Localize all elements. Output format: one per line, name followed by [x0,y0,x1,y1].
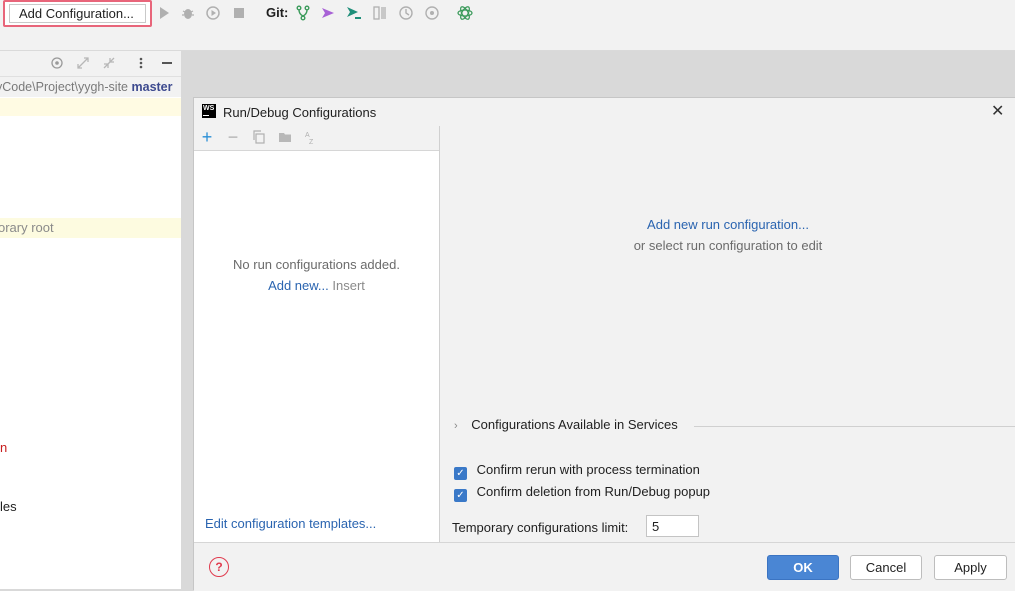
expand-all-icon[interactable] [76,56,90,70]
empty-list-message: No run configurations added. [233,257,400,272]
main-toolbar: Add Configuration... Git: [0,0,1015,28]
plugin-icon[interactable] [457,5,473,21]
copy-icon[interactable] [251,129,267,145]
close-icon[interactable]: ✕ [991,104,1004,120]
help-icon[interactable]: ? [209,557,229,577]
confirm-rerun-label[interactable]: Confirm rerun with process termination [477,462,700,477]
confirm-deletion-row: ✓ Confirm deletion from Run/Debug popup [454,484,710,502]
stop-icon[interactable] [231,5,247,21]
dialog-title: Run/Debug Configurations [223,105,377,120]
hide-panel-icon[interactable] [160,56,174,70]
add-new-row: Add new... Insert [194,278,439,293]
chevron-right-icon[interactable]: › [454,420,458,432]
add-new-link[interactable]: Add new... [268,278,329,293]
tree-row-files[interactable]: les [0,499,17,514]
dialog-button-bar: ? OK Cancel Apply [194,542,1015,591]
webstorm-logo-icon: WS [202,104,216,118]
svg-text:A: A [305,132,310,139]
tree-row-highlight[interactable] [0,98,181,116]
git-compare-icon[interactable] [372,5,388,21]
tree-row-label: orary root [0,220,54,235]
add-new-shortcut: Insert [332,278,365,293]
tree-row-library-root[interactable]: orary root [0,218,181,238]
confirm-rerun-checkbox[interactable]: ✓ [454,467,467,480]
services-label: Configurations Available in Services [471,417,678,432]
select-hint-text: or select run configuration to edit [633,238,823,253]
svg-text:Z: Z [309,139,314,145]
collapse-all-icon[interactable] [102,56,116,70]
edit-templates-link[interactable]: Edit configuration templates... [205,516,376,531]
ok-button[interactable]: OK [767,555,839,580]
options-icon[interactable] [136,56,146,70]
remove-icon[interactable]: − [225,128,241,146]
git-label: Git: [266,5,289,20]
navigation-bar [0,27,1015,51]
project-path-row[interactable]: yCode\Project\yygh-site master [0,77,181,97]
cancel-button[interactable]: Cancel [850,555,922,580]
git-rollback-icon[interactable] [424,5,440,21]
dialog-title-bar[interactable]: WS Run/Debug Configurations ✕ [194,98,1015,126]
project-panel: yCode\Project\yygh-site master orary roo… [0,51,181,589]
project-panel-header [0,51,181,77]
git-branch-icon[interactable] [295,5,311,21]
configurations-list-pane: + − AZ No run configurations added. Add … [194,126,440,542]
confirm-deletion-label[interactable]: Confirm deletion from Run/Debug popup [477,484,710,499]
confirm-deletion-checkbox[interactable]: ✓ [454,489,467,502]
temp-limit-label: Temporary configurations limit: [452,520,629,535]
git-commit-icon[interactable] [320,5,336,21]
folder-icon[interactable] [277,129,293,145]
run-icon[interactable] [156,5,172,21]
section-divider [694,426,1015,427]
locate-icon[interactable] [50,56,64,70]
temp-limit-input[interactable]: 5 [646,515,699,537]
project-path: yCode\Project\yygh-site [0,80,129,94]
add-configuration-highlight: Add Configuration... [3,0,152,27]
run-with-coverage-icon[interactable] [205,5,221,21]
sort-icon[interactable]: AZ [303,129,319,145]
configuration-details-pane: Add new run configuration... or select r… [440,126,1015,542]
services-section[interactable]: › Configurations Available in Services [454,417,1015,432]
git-branch-name: master [131,80,173,94]
add-run-configuration-link[interactable]: Add new run configuration... [440,217,1015,232]
confirm-rerun-row: ✓ Confirm rerun with process termination [454,462,700,480]
list-toolbar: + − AZ [194,126,439,151]
git-history-icon[interactable] [398,5,414,21]
debug-icon[interactable] [180,5,196,21]
tree-row-error-text[interactable]: n [0,440,10,455]
apply-button[interactable]: Apply [934,555,1007,580]
add-configuration-button[interactable]: Add Configuration... [9,4,146,23]
run-debug-dialog: WS Run/Debug Configurations ✕ + − AZ No … [193,97,1015,591]
git-push-icon[interactable] [346,5,362,21]
add-icon[interactable]: + [199,128,215,146]
